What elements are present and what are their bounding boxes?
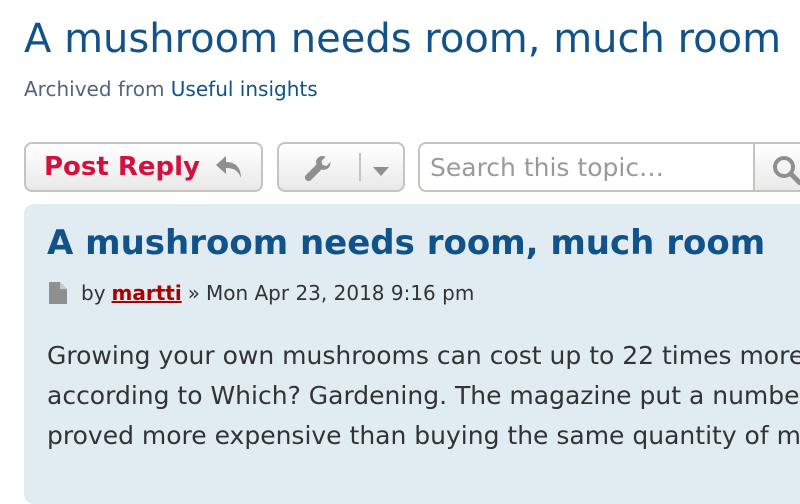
post-reply-button[interactable]: Post Reply [24,142,263,192]
post-timestamp: Mon Apr 23, 2018 9:16 pm [205,281,475,305]
page-title[interactable]: A mushroom needs room, much room [24,14,781,64]
post-body-line: proved more expensive than buying the sa… [47,421,800,450]
forum-link[interactable]: Useful insights [171,77,318,101]
button-divider [359,153,361,181]
post-body-line: Growing your own mushrooms can cost up t… [47,341,800,370]
search-button[interactable] [753,142,800,192]
post-container: A mushroom needs room, much room by mart… [24,204,800,504]
chevron-down-icon [372,162,390,181]
wrench-icon [303,154,333,186]
meta-separator: » [187,281,200,305]
post-content: Growing your own mushrooms can cost up t… [47,336,800,456]
post-reply-label: Post Reply [44,152,200,182]
search-icon [772,155,800,189]
post-body-line: according to Which? Gardening. The magaz… [47,381,800,410]
search-input[interactable] [418,142,754,192]
post-title[interactable]: A mushroom needs room, much room [47,222,765,264]
archived-prefix: Archived from [24,77,165,101]
reply-icon [214,154,244,180]
author-link[interactable]: martti [112,280,182,306]
by-label: by [81,281,106,305]
post-meta: by martti » Mon Apr 23, 2018 9:16 pm [47,280,474,306]
topic-tools-button[interactable] [277,142,405,192]
archived-from: Archived from Useful insights [24,76,318,102]
document-icon[interactable] [47,281,69,305]
